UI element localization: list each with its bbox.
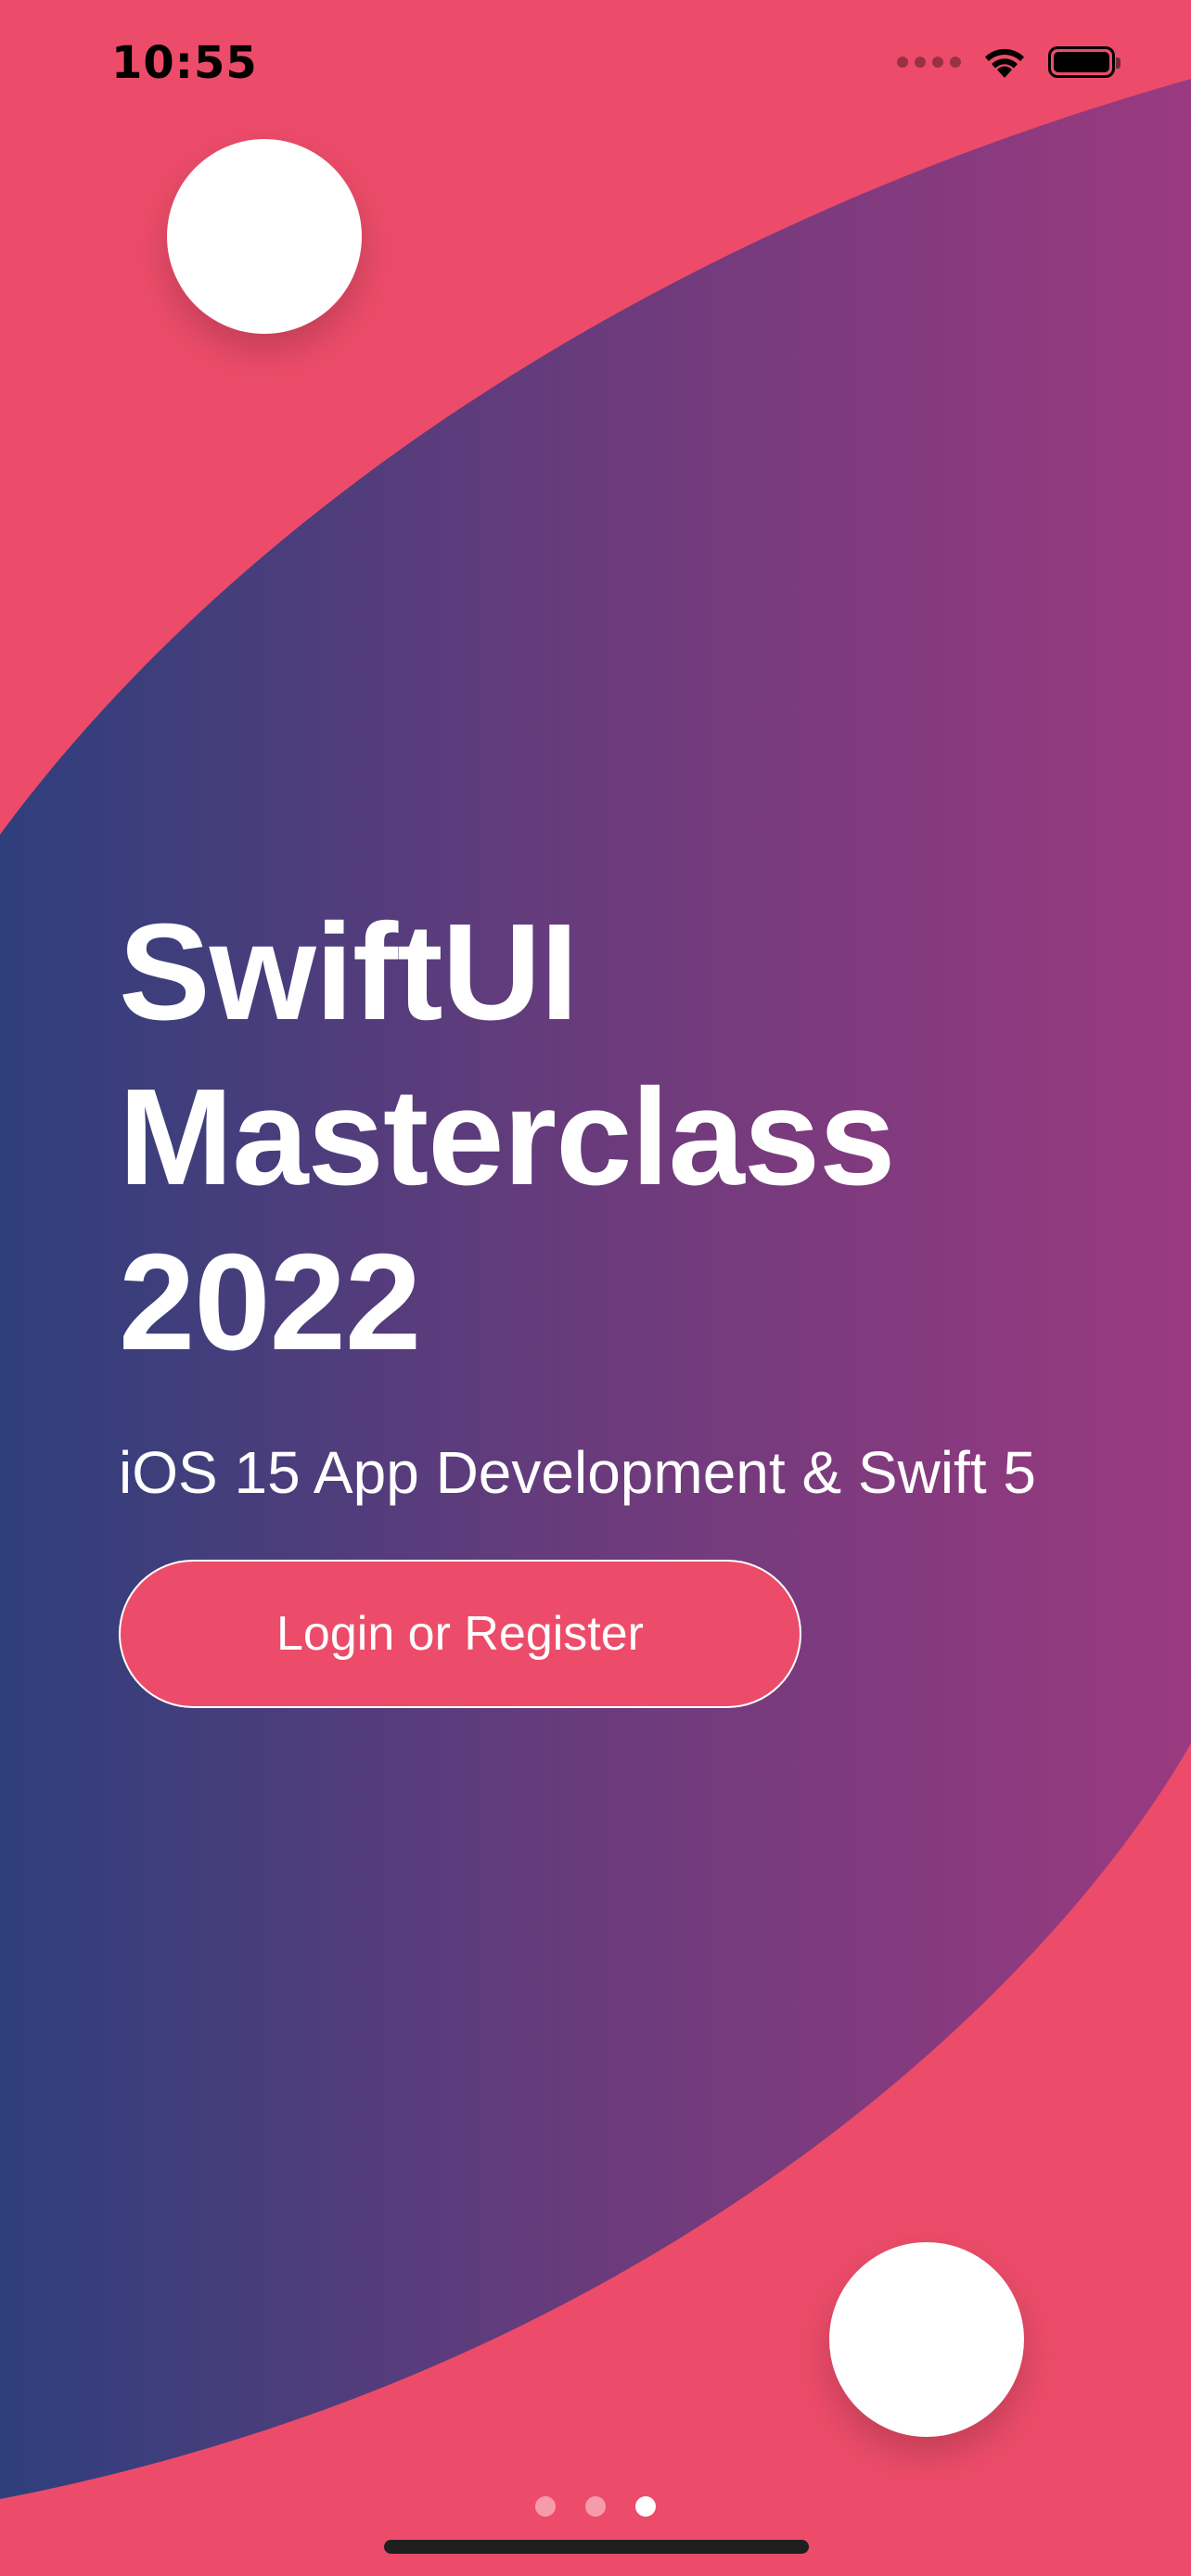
status-time: 10:55 <box>111 37 258 89</box>
status-icons <box>897 45 1121 80</box>
status-bar: 10:55 <box>0 0 1191 139</box>
page-dot-2[interactable] <box>585 2496 606 2517</box>
page-title: SwiftUI Masterclass 2022 <box>119 896 895 1379</box>
home-indicator[interactable] <box>384 2540 809 2554</box>
page-dot-1[interactable] <box>535 2496 556 2517</box>
onboarding-screen: 10:55 SwiftUI Masterclass 2022 iOS 15 Ap… <box>0 0 1191 2576</box>
battery-icon <box>1048 46 1121 78</box>
wifi-icon <box>985 48 1024 78</box>
decorative-circle-top <box>167 139 362 334</box>
login-register-button[interactable]: Login or Register <box>119 1560 801 1708</box>
hero-content: SwiftUI Masterclass 2022 iOS 15 App Deve… <box>119 890 1139 1708</box>
page-indicator <box>0 2496 1191 2517</box>
page-dot-3[interactable] <box>635 2496 656 2517</box>
decorative-circle-bottom <box>829 2242 1024 2437</box>
signal-dots-icon <box>897 57 961 68</box>
page-subtitle: iOS 15 App Development & Swift 5 <box>119 1439 1036 1506</box>
